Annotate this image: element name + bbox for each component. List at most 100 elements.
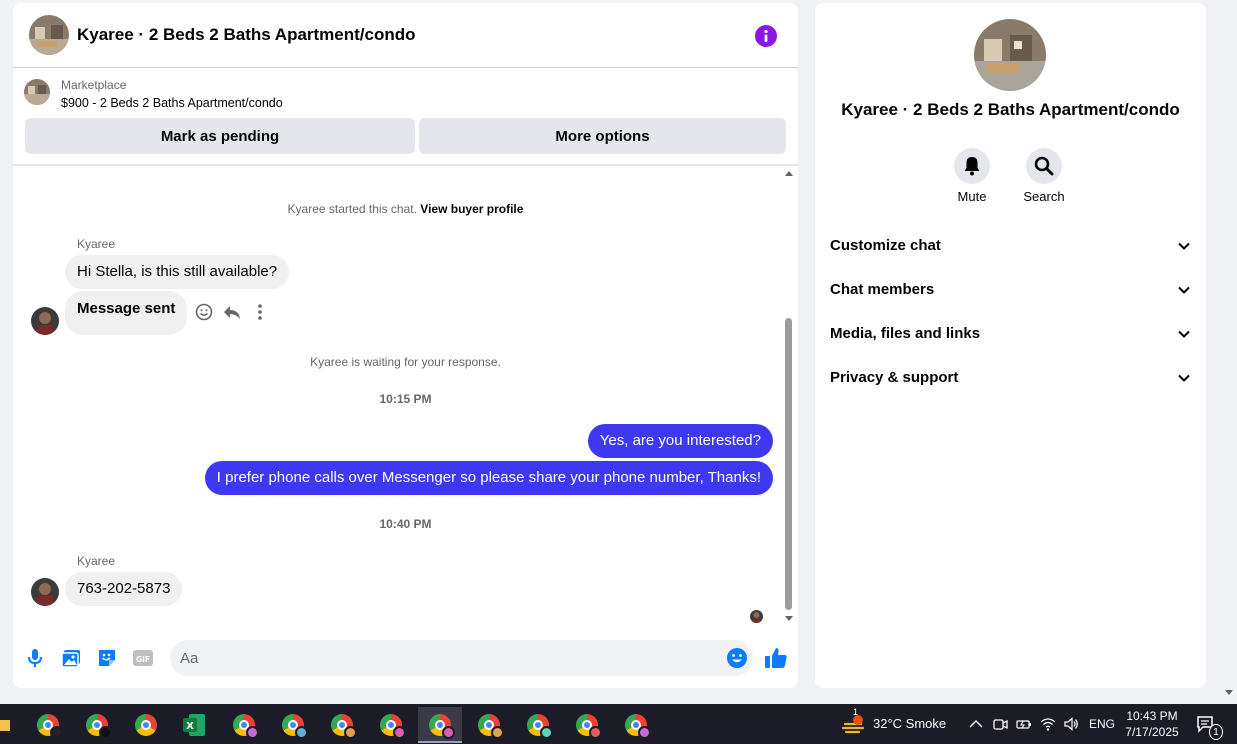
profile-badge-icon — [246, 726, 259, 739]
like-thumbs-up-icon[interactable] — [764, 646, 788, 670]
profile-badge-icon — [99, 726, 112, 739]
chat-header: Kyaree · 2 Beds 2 Baths Apartment/condo — [13, 3, 798, 68]
weather-haze-icon[interactable] — [841, 714, 866, 736]
outgoing-message[interactable]: Yes, are you interested? — [587, 424, 773, 458]
composer: GIF — [13, 638, 798, 678]
scroll-up-arrow-icon[interactable] — [785, 171, 793, 176]
react-emoji-icon[interactable] — [194, 302, 214, 322]
svg-text:GIF: GIF — [136, 655, 150, 664]
listing-profile-photo[interactable] — [974, 19, 1046, 91]
message-input[interactable] — [180, 640, 720, 676]
chevron-down-icon — [1177, 327, 1191, 341]
privacy-support-section[interactable]: Privacy & support — [823, 357, 1198, 397]
chrome-taskbar-app[interactable] — [516, 707, 560, 743]
chat-panel: Kyaree · 2 Beds 2 Baths Apartment/condo … — [13, 3, 798, 688]
profile-badge-icon — [540, 726, 553, 739]
profile-badge-icon — [491, 726, 504, 739]
chrome-taskbar-app[interactable] — [467, 707, 511, 743]
volume-icon[interactable] — [1063, 716, 1079, 732]
section-label: Media, files and links — [830, 325, 981, 342]
clock-date: 7/17/2025 — [1125, 725, 1179, 739]
sender-name: Kyaree — [77, 554, 116, 568]
chrome-taskbar-app[interactable] — [26, 707, 70, 743]
photo-icon[interactable] — [60, 647, 82, 669]
page-scroll-down-arrow-icon[interactable] — [1225, 690, 1233, 695]
profile-badge-icon — [638, 726, 651, 739]
chrome-taskbar-app[interactable] — [124, 707, 168, 743]
media-files-links-section[interactable]: Media, files and links — [823, 313, 1198, 353]
sender-avatar[interactable] — [31, 307, 59, 335]
mute-button[interactable] — [954, 148, 990, 184]
timestamp: 10:40 PM — [379, 517, 432, 531]
conversation-title: Kyaree · 2 Beds 2 Baths Apartment/condo — [77, 25, 416, 44]
notification-count-badge: 1 — [1209, 724, 1223, 740]
more-actions-icon[interactable] — [250, 302, 270, 322]
chrome-taskbar-app[interactable] — [75, 707, 119, 743]
marketplace-thumbnail[interactable] — [24, 79, 50, 105]
sticker-icon[interactable] — [96, 647, 118, 669]
chat-start-text: Kyaree started this chat. — [287, 202, 417, 216]
input-language[interactable]: ENG — [1089, 704, 1115, 744]
chevron-down-icon — [1177, 239, 1191, 253]
message-scrollbar[interactable] — [783, 168, 795, 623]
conversation-info-panel: Kyaree · 2 Beds 2 Baths Apartment/condo … — [815, 3, 1206, 688]
weather-badge: 1 — [853, 707, 859, 717]
svg-text:X: X — [186, 721, 194, 732]
wifi-icon[interactable] — [1040, 716, 1056, 732]
profile-badge-icon — [393, 726, 406, 739]
system-clock[interactable]: 10:43 PM 7/17/2025 — [1120, 708, 1184, 740]
timestamp: 10:15 PM — [379, 392, 432, 406]
mark-as-pending-button[interactable]: Mark as pending — [25, 118, 415, 154]
sender-avatar[interactable] — [31, 578, 59, 606]
windows-taskbar: X 1 32°C Smoke ENG 10:43 PM 7/17/2025 1 — [0, 704, 1237, 744]
chrome-taskbar-app[interactable] — [369, 707, 413, 743]
excel-taskbar-app[interactable]: X — [173, 707, 217, 743]
message-input-wrapper — [170, 640, 753, 676]
listing-avatar[interactable] — [29, 15, 69, 55]
file-explorer-icon[interactable] — [0, 707, 14, 743]
chat-members-section[interactable]: Chat members — [823, 269, 1198, 309]
chrome-icon — [135, 714, 157, 736]
waiting-notice: Kyaree is waiting for your response. — [310, 355, 501, 369]
reply-icon[interactable] — [222, 302, 242, 322]
search-button[interactable] — [1026, 148, 1062, 184]
chevron-down-icon — [1177, 283, 1191, 297]
chat-start-notice: Kyaree started this chat. View buyer pro… — [13, 202, 798, 216]
clock-time: 10:43 PM — [1126, 709, 1178, 723]
incoming-message[interactable]: Hi Stella, is this still available? — [65, 255, 290, 289]
chevron-up-icon[interactable] — [968, 716, 984, 732]
more-options-button[interactable]: More options — [419, 118, 786, 154]
customize-chat-section[interactable]: Customize chat — [823, 225, 1198, 265]
scroll-down-arrow-icon[interactable] — [785, 616, 793, 621]
chrome-taskbar-app[interactable] — [320, 707, 364, 743]
scroll-thumb[interactable] — [785, 318, 792, 610]
listing-summary[interactable]: $900 - 2 Beds 2 Baths Apartment/condo — [61, 96, 283, 110]
view-buyer-profile-link[interactable]: View buyer profile — [420, 202, 523, 216]
profile-badge-icon — [295, 726, 308, 739]
chrome-taskbar-app[interactable] — [271, 707, 315, 743]
profile-badge-icon — [50, 726, 63, 739]
marketplace-label: Marketplace — [61, 78, 127, 92]
section-label: Chat members — [830, 281, 935, 298]
chrome-taskbar-app[interactable] — [222, 707, 266, 743]
chrome-taskbar-app-active[interactable] — [418, 707, 462, 743]
gif-icon[interactable]: GIF — [132, 647, 154, 669]
profile-badge-icon — [589, 726, 602, 739]
divider — [13, 164, 798, 166]
weather-text[interactable]: 32°C Smoke — [873, 704, 946, 744]
outgoing-message[interactable]: I prefer phone calls over Messenger so p… — [204, 461, 773, 495]
profile-badge-icon — [442, 726, 455, 739]
section-label: Privacy & support — [830, 369, 959, 386]
chrome-taskbar-app[interactable] — [565, 707, 609, 743]
incoming-message[interactable]: 763-202-5873 — [65, 572, 183, 606]
profile-badge-icon — [344, 726, 357, 739]
section-label: Customize chat — [830, 237, 941, 254]
battery-charging-icon[interactable] — [1016, 716, 1032, 732]
incoming-message[interactable]: Message sent — [65, 291, 188, 335]
microphone-icon[interactable] — [24, 647, 46, 669]
info-icon[interactable] — [755, 25, 777, 47]
emoji-icon[interactable] — [726, 647, 748, 669]
chrome-taskbar-app[interactable] — [614, 707, 658, 743]
mute-label: Mute — [957, 189, 987, 204]
meet-camera-icon[interactable] — [992, 716, 1008, 732]
